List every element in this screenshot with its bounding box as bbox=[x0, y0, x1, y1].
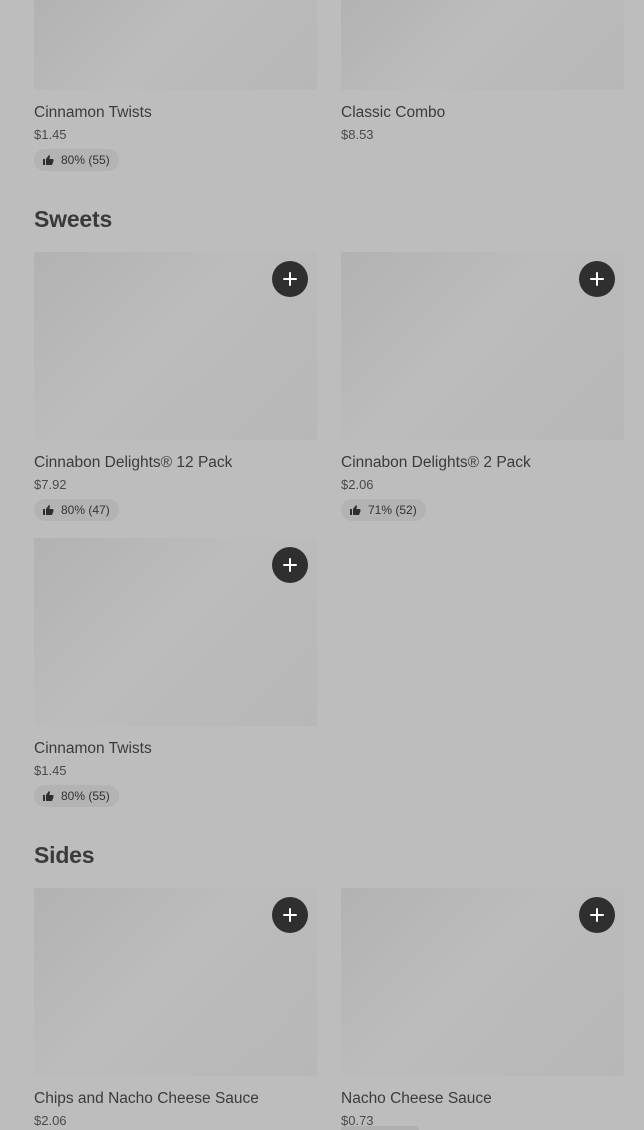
rating-text: 80% (55) bbox=[61, 153, 110, 167]
menu-item-card[interactable]: Nacho Cheese Sauce $0.73 bbox=[341, 888, 624, 1129]
section-title-sides: Sides bbox=[34, 842, 95, 868]
plus-icon bbox=[590, 272, 604, 286]
rating-text: 80% (55) bbox=[61, 789, 110, 803]
item-price: $2.06 bbox=[34, 1113, 67, 1128]
add-to-cart-button[interactable] bbox=[272, 261, 308, 297]
item-image[interactable] bbox=[341, 0, 624, 90]
item-name: Classic Combo bbox=[341, 104, 446, 121]
plus-icon bbox=[283, 558, 297, 572]
item-price: $7.92 bbox=[34, 477, 67, 492]
item-image[interactable] bbox=[34, 0, 317, 90]
section-title-sweets: Sweets bbox=[34, 206, 113, 232]
menu-item-card[interactable]: Cinnamon Twists $1.45 80% (55) bbox=[34, 538, 317, 807]
item-name: Cinnabon Delights® 2 Pack bbox=[341, 454, 531, 471]
add-to-cart-button[interactable] bbox=[579, 897, 615, 933]
add-to-cart-button[interactable] bbox=[579, 261, 615, 297]
thumbs-up-icon bbox=[43, 791, 54, 801]
item-image[interactable] bbox=[34, 538, 317, 726]
item-name: Cinnamon Twists bbox=[34, 104, 152, 121]
rating-badge: 71% (52) bbox=[341, 499, 426, 521]
item-name: Cinnamon Twists bbox=[34, 740, 152, 757]
menu-item-card[interactable]: Classic Combo $8.53 bbox=[341, 0, 624, 143]
menu-item-card[interactable]: Cinnabon Delights® 12 Pack $7.92 80% (47… bbox=[34, 252, 317, 521]
rating-text: 80% (47) bbox=[61, 503, 110, 517]
menu-item-card[interactable]: Chips and Nacho Cheese Sauce $2.06 bbox=[34, 888, 317, 1129]
item-image[interactable] bbox=[34, 252, 317, 440]
rating-text: 71% (52) bbox=[368, 503, 417, 517]
add-to-cart-button[interactable] bbox=[272, 547, 308, 583]
thumbs-up-icon bbox=[43, 155, 54, 165]
rating-badge: 80% (47) bbox=[34, 499, 119, 521]
item-price: $2.06 bbox=[341, 477, 374, 492]
item-image[interactable] bbox=[34, 888, 317, 1076]
item-image[interactable] bbox=[341, 888, 624, 1076]
item-price: $1.45 bbox=[34, 127, 67, 142]
item-price: $8.53 bbox=[341, 127, 374, 142]
menu-item-card[interactable]: Cinnamon Twists $1.45 80% (55) bbox=[34, 0, 317, 171]
menu-item-card[interactable]: Cinnabon Delights® 2 Pack $2.06 71% (52) bbox=[341, 252, 624, 521]
rating-badge: 80% (55) bbox=[34, 785, 119, 807]
thumbs-up-icon bbox=[350, 505, 361, 515]
item-name: Nacho Cheese Sauce bbox=[341, 1090, 492, 1107]
rating-badge: 80% (55) bbox=[34, 149, 119, 171]
item-name: Cinnabon Delights® 12 Pack bbox=[34, 454, 233, 471]
item-image[interactable] bbox=[341, 252, 624, 440]
item-price: $1.45 bbox=[34, 763, 67, 778]
rating-badge-placeholder bbox=[341, 1126, 419, 1130]
plus-icon bbox=[283, 908, 297, 922]
add-to-cart-button[interactable] bbox=[272, 897, 308, 933]
item-name: Chips and Nacho Cheese Sauce bbox=[34, 1090, 259, 1107]
plus-icon bbox=[283, 272, 297, 286]
plus-icon bbox=[590, 908, 604, 922]
thumbs-up-icon bbox=[43, 505, 54, 515]
